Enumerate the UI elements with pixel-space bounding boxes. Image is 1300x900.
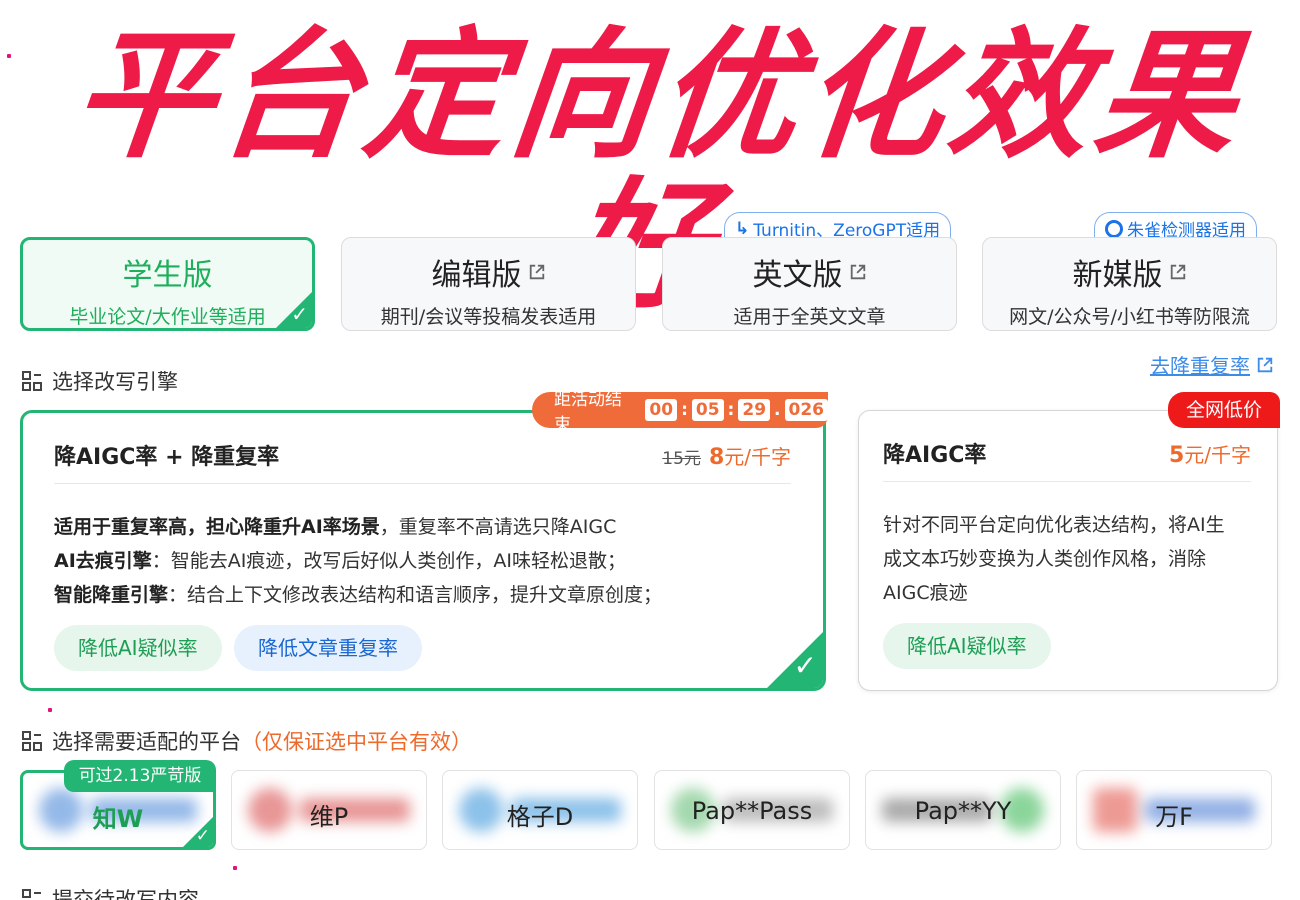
platform-name: 格子D	[506, 803, 574, 831]
desc-text: ，重复率不高请选只降AIGC	[379, 516, 617, 538]
desc-line: AIGC痕迹	[883, 582, 968, 604]
engine-description: 针对不同平台定向优化表达结构，将AI生 成文本巧妙变换为人类创作风格，消除 AI…	[883, 508, 1225, 610]
section-label: 提交待改写内容	[52, 888, 199, 900]
countdown-timer: 距活动结束 00: 05: 29. 026	[532, 390, 828, 435]
platform-wanf[interactable]: 万F	[1076, 770, 1272, 850]
platform-name: 维P	[309, 803, 349, 831]
desc-text: ：智能去AI痕迹，改写后好似人类创作，AI味轻松退散；	[151, 550, 626, 572]
decor-dot	[233, 866, 237, 870]
tag-reduce-duplicate: 降低文章重复率	[234, 625, 422, 671]
timer-hours: 00	[645, 399, 678, 421]
engine-price: 15元 8元/千字	[662, 441, 791, 470]
edition-subtitle: 毕业论文/大作业等适用	[69, 306, 266, 328]
check-icon: ✓	[195, 826, 210, 846]
tag-reduce-ai: 降低AI疑似率	[883, 623, 1051, 669]
engine-title: 降AIGC率	[883, 443, 987, 468]
edition-subtitle: 适用于全英文文章	[733, 306, 886, 328]
edition-new-media[interactable]: 新媒版 网文/公众号/小红书等防限流	[982, 237, 1277, 331]
grid-icon	[22, 371, 42, 391]
link-label: 去降重复率	[1150, 354, 1250, 378]
section-label: 选择需要适配的平台	[52, 730, 241, 754]
grid-icon	[22, 731, 42, 751]
engine-price: 5元/千字	[1169, 439, 1251, 468]
external-link-icon	[1170, 264, 1185, 280]
edition-editor[interactable]: 编辑版 期刊/会议等投稿发表适用	[341, 237, 636, 331]
tag-reduce-ai: 降低AI疑似率	[54, 625, 222, 671]
edition-title: 英文版	[752, 258, 843, 293]
platform-section-header: 选择需要适配的平台（仅保证选中平台有效）	[22, 726, 472, 756]
desc-line: 适用于重复率高，担心降重升AI率场景，重复率不高请选只降AIGC	[54, 510, 662, 544]
desc-bold: AI去痕引擎	[54, 550, 152, 572]
zhuque-icon	[1105, 219, 1123, 238]
submit-section-header: 提交待改写内容	[22, 884, 199, 900]
desc-bold: 适用于重复率高，担心降重升AI率场景	[54, 516, 380, 538]
check-icon: ✓	[291, 302, 308, 326]
desc-text: ：结合上下文修改表达结构和语言顺序，提升文章原创度；	[168, 584, 663, 606]
desc-line: 成文本巧妙变换为人类创作风格，消除	[883, 548, 1207, 570]
platform-name: Pap**Pass	[691, 797, 813, 825]
desc-line: 针对不同平台定向优化表达结构，将AI生	[883, 514, 1225, 536]
desc-bold: 智能降重引擎	[54, 584, 169, 606]
timer-minutes: 05	[691, 399, 724, 421]
edition-english[interactable]: 英文版 适用于全英文文章	[662, 237, 957, 331]
edition-subtitle: 期刊/会议等投稿发表适用	[380, 306, 597, 328]
timer-seconds: 29	[738, 399, 771, 421]
divider	[54, 483, 791, 484]
divider	[883, 481, 1251, 482]
decor-dot	[7, 54, 11, 58]
decor-dot	[48, 708, 52, 712]
engine-description: 适用于重复率高，担心降重升AI率场景，重复率不高请选只降AIGC AI去痕引擎：…	[54, 510, 662, 612]
platform-name: Pap**YY	[914, 797, 1012, 825]
price-number: 8	[708, 445, 725, 470]
edition-student[interactable]: 学生版 毕业论文/大作业等适用 ✓	[20, 237, 315, 331]
external-link-icon	[1257, 357, 1273, 372]
engine-title: 降AIGC率 + 降重复率	[54, 445, 280, 470]
engine-card-aigc[interactable]: 降AIGC率 5元/千字 针对不同平台定向优化表达结构，将AI生 成文本巧妙变换…	[858, 410, 1278, 691]
edition-subtitle: 网文/公众号/小红书等防限流	[1009, 306, 1250, 328]
edition-title: 新媒版	[1072, 258, 1163, 293]
desc-line: 智能降重引擎：结合上下文修改表达结构和语言顺序，提升文章原创度；	[54, 578, 662, 612]
external-link-icon	[529, 264, 544, 280]
timer-label: 距活动结束	[554, 390, 622, 435]
edition-title: 编辑版	[431, 258, 522, 293]
platform-weip[interactable]: 维P	[231, 770, 427, 850]
price-number: 5	[1168, 443, 1185, 468]
platform-badge: 可过2.13严苛版	[64, 760, 216, 792]
edition-title: 学生版	[122, 258, 213, 293]
platform-pappass[interactable]: Pap**Pass	[654, 770, 850, 850]
lowest-price-badge: 全网低价	[1168, 392, 1280, 428]
platform-name: 万F	[1155, 803, 1193, 831]
original-price: 15元	[662, 449, 701, 469]
price-unit: 元/千字	[1184, 443, 1251, 467]
reduce-duplication-link[interactable]: 去降重复率	[1150, 350, 1274, 379]
desc-line: AI去痕引擎：智能去AI痕迹，改写后好似人类创作，AI味轻松退散；	[54, 544, 662, 578]
engine-card-combined[interactable]: 降AIGC率 + 降重复率 15元 8元/千字 适用于重复率高，担心降重升AI率…	[20, 410, 826, 691]
price-unit: 元/千字	[724, 445, 791, 469]
section-note: （仅保证选中平台有效）	[241, 730, 472, 754]
external-link-icon	[850, 264, 865, 280]
section-label: 选择改写引擎	[52, 370, 178, 394]
platform-papyy[interactable]: Pap**YY	[865, 770, 1061, 850]
check-icon: ✓	[793, 649, 817, 682]
engine-section-header: 选择改写引擎	[22, 366, 178, 396]
timer-millis: 026	[784, 399, 828, 421]
turnitin-icon: ↳	[735, 218, 750, 239]
platform-gezid[interactable]: 格子D	[442, 770, 638, 850]
grid-icon	[22, 889, 41, 898]
